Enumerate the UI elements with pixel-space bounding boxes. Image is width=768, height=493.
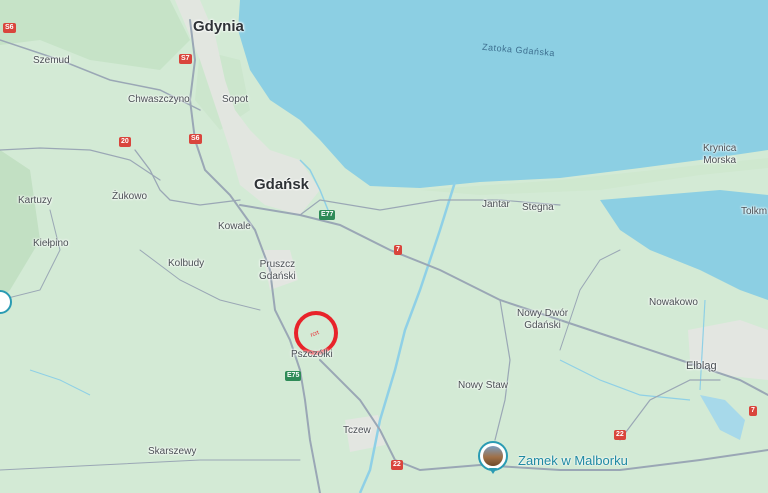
road-shield-7-right: 7: [749, 406, 757, 416]
place-tczew[interactable]: Tczew: [343, 425, 371, 437]
place-pruszcz-line2: Gdański: [259, 270, 296, 282]
road-shield-e77: E77: [319, 210, 336, 220]
place-jantar[interactable]: Jantar: [482, 199, 510, 211]
place-chwaszczyno[interactable]: Chwaszczyno: [128, 94, 190, 106]
place-nowy-staw[interactable]: Nowy Staw: [458, 380, 508, 392]
road-shield-e75: E75: [285, 371, 302, 381]
place-pruszcz-gdanski[interactable]: Pruszcz Gdański: [259, 259, 296, 282]
place-krynica-line2: Morska: [703, 154, 737, 166]
city-gdynia[interactable]: Gdynia: [193, 18, 244, 35]
place-skarszewy[interactable]: Skarszewy: [148, 446, 196, 458]
place-nowy-dwor-line2: Gdański: [524, 319, 561, 331]
place-nowakowo[interactable]: Nowakowo: [649, 297, 698, 309]
poi-label-zamek[interactable]: Zamek w Malborku: [518, 453, 628, 468]
road-shield-22-b: 22: [614, 430, 626, 440]
place-elblag[interactable]: Elbląg: [686, 360, 717, 373]
place-krynica-morska[interactable]: Krynica Morska: [703, 143, 736, 166]
place-kolbudy[interactable]: Kolbudy: [168, 258, 204, 270]
place-sopot[interactable]: Sopot: [222, 94, 248, 106]
place-nowy-dwor-line1: Nowy Dwór: [517, 308, 569, 319]
place-kartuzy[interactable]: Kartuzy: [18, 195, 52, 207]
place-tolkmicko[interactable]: Tolkm: [741, 206, 767, 218]
road-shield-22-a: 22: [391, 460, 403, 470]
road-shield-s6-mid: S6: [189, 134, 202, 144]
place-kowale[interactable]: Kowale: [218, 221, 251, 233]
road-shield-20: 20: [119, 137, 131, 147]
place-pszczolki[interactable]: Pszczółki: [291, 349, 333, 361]
place-nowy-dwor-gdanski[interactable]: Nowy Dwór Gdański: [517, 308, 568, 331]
castle-photo-icon: [478, 441, 508, 471]
map-canvas[interactable]: rcrt: [0, 0, 768, 493]
place-pruszcz-line1: Pruszcz: [259, 259, 296, 270]
place-stegna[interactable]: Stegna: [522, 202, 554, 214]
place-krynica-line1: Krynica: [703, 143, 737, 154]
place-szemud[interactable]: Szemud: [33, 55, 70, 67]
road-shield-s7: S7: [179, 54, 192, 64]
city-gdansk[interactable]: Gdańsk: [254, 176, 309, 193]
road-shield-7: 7: [394, 245, 402, 255]
place-zukowo[interactable]: Żukowo: [112, 191, 147, 203]
road-shield-s6: S6: [3, 23, 16, 33]
place-kielpino[interactable]: Kiełpino: [33, 238, 69, 250]
